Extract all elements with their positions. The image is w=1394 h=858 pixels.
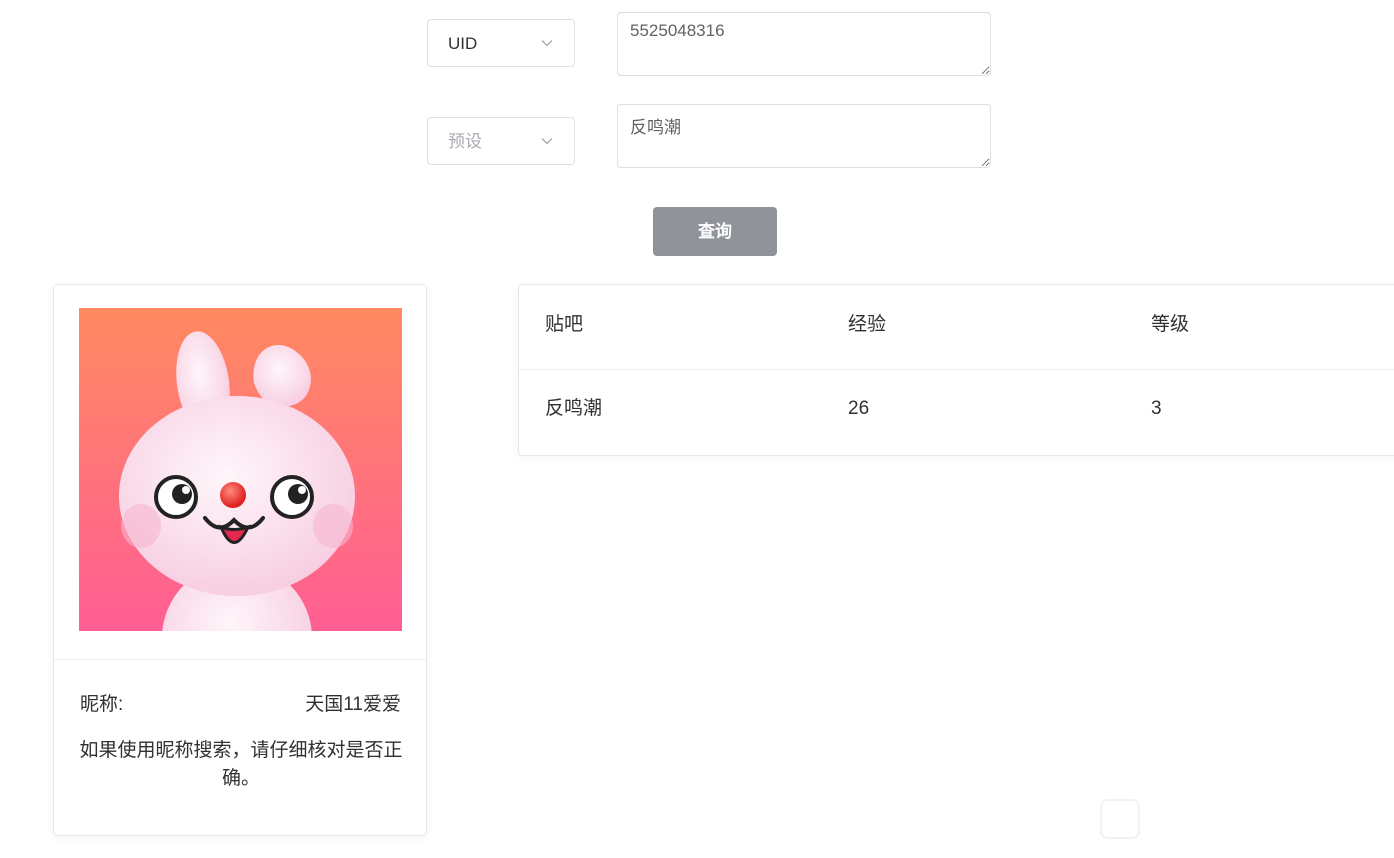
- preset-select-placeholder: 预设: [448, 132, 482, 151]
- cell-exp: 26: [848, 398, 870, 419]
- pink-bunny-avatar-image: [79, 308, 402, 631]
- forum-table: 贴吧 经验 等级 反鸣潮 26 3: [518, 284, 1394, 456]
- search-value-input[interactable]: [617, 12, 991, 76]
- table-row: 反鸣潮 26 3: [519, 369, 1394, 453]
- column-header-level: 等级: [1151, 314, 1190, 335]
- nickname-label: 昵称:: [80, 694, 124, 715]
- user-card: 昵称: 天国11爱爱 如果使用昵称搜索，请仔细核对是否正确。: [53, 284, 427, 836]
- nickname-hint: 如果使用昵称搜索，请仔细核对是否正确。: [79, 740, 403, 789]
- preset-value-input[interactable]: [617, 104, 991, 168]
- query-button[interactable]: 查询: [653, 207, 777, 256]
- avatar: [79, 308, 402, 631]
- chevron-down-icon: [541, 40, 553, 47]
- column-header-exp: 经验: [848, 314, 887, 335]
- cell-forum: 反鸣潮: [545, 398, 603, 419]
- chevron-down-icon: [541, 138, 553, 145]
- card-divider: [54, 659, 426, 660]
- table-header: 贴吧 经验 等级: [519, 285, 1394, 370]
- search-type-select[interactable]: UID: [427, 19, 575, 67]
- nickname-value: 天国11爱爱: [305, 694, 401, 715]
- cell-level: 3: [1151, 398, 1162, 419]
- column-header-forum: 贴吧: [545, 314, 584, 335]
- preset-select[interactable]: 预设: [427, 117, 575, 165]
- search-type-select-value: UID: [448, 34, 478, 53]
- watermark-icon: [1100, 799, 1140, 839]
